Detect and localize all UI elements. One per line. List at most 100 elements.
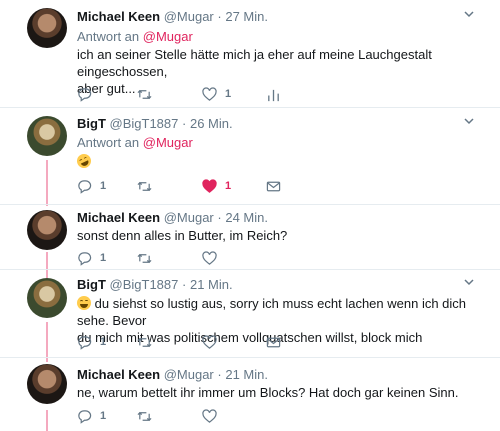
avatar[interactable] <box>27 364 67 404</box>
analytics-button[interactable] <box>266 86 281 102</box>
tweet-text-line: ich an seiner Stelle hätte mich ja eher … <box>77 47 432 79</box>
retweet-icon <box>137 179 152 194</box>
display-name[interactable]: Michael Keen <box>77 210 160 225</box>
timestamp[interactable]: 21 Min. <box>225 367 268 382</box>
like-count: 1 <box>225 180 232 192</box>
reply-count: 1 <box>100 180 107 192</box>
like-count: 1 <box>225 88 232 100</box>
tweet-item[interactable]: Michael Keen @Mugar · 24 Min. sonst denn… <box>0 205 500 269</box>
reply-prefix: Antwort an <box>77 135 140 150</box>
tweet-header: Michael Keen @Mugar · 24 Min. <box>77 210 268 225</box>
timestamp[interactable]: 26 Min. <box>190 116 233 131</box>
reply-icon <box>77 87 92 102</box>
reply-button[interactable]: 1 <box>77 178 106 194</box>
tweet-text: sonst denn alles in Butter, im Reich? <box>77 227 477 244</box>
reply-count: 1 <box>100 336 107 348</box>
heart-filled-icon <box>202 178 217 194</box>
chevron-down-icon[interactable] <box>464 279 474 289</box>
separator-dot: · <box>217 210 222 225</box>
display-name[interactable]: BigT <box>77 277 106 292</box>
tweet-text-line: sonst denn alles in Butter, im Reich? <box>77 228 288 243</box>
user-handle[interactable]: @BigT1887 <box>110 277 179 292</box>
heart-icon <box>202 334 217 350</box>
user-handle[interactable]: @BigT1887 <box>110 116 179 131</box>
direct-message-button[interactable] <box>266 178 281 194</box>
tweet-item[interactable]: Michael Keen @Mugar · 21 Min. ne, warum … <box>0 358 500 431</box>
user-handle[interactable]: @Mugar <box>164 9 214 24</box>
display-name[interactable]: Michael Keen <box>77 9 160 24</box>
retweet-button[interactable] <box>137 86 152 102</box>
like-button[interactable] <box>202 250 217 266</box>
heart-icon <box>202 250 217 266</box>
tweet-header: Michael Keen @Mugar · 27 Min. <box>77 9 268 24</box>
mention-link[interactable]: @Mugar <box>143 135 193 150</box>
tweet-actions: 1 <box>77 86 307 102</box>
tweet-actions: 1 1 <box>77 178 307 194</box>
retweet-icon <box>137 335 152 350</box>
analytics-icon <box>266 87 281 102</box>
face-with-tears-of-joy-emoji <box>77 296 91 310</box>
timestamp[interactable]: 21 Min. <box>190 277 233 292</box>
reply-icon <box>77 409 92 424</box>
retweet-icon <box>137 409 152 424</box>
user-handle[interactable]: @Mugar <box>164 367 214 382</box>
separator-dot: · <box>182 116 187 131</box>
retweet-icon <box>137 251 152 266</box>
separator-dot: · <box>217 9 222 24</box>
reply-button[interactable]: 1 <box>77 334 106 350</box>
retweet-button[interactable] <box>137 250 152 266</box>
user-handle[interactable]: @Mugar <box>164 210 214 225</box>
like-button[interactable] <box>202 408 217 424</box>
retweet-button[interactable] <box>137 408 152 424</box>
rolling-on-the-floor-laughing-emoji <box>74 151 94 171</box>
reply-button[interactable]: 1 <box>77 408 106 424</box>
tweet-actions: 1 <box>77 408 307 424</box>
tweet-text: ne, warum bettelt ihr immer um Blocks? H… <box>77 384 477 401</box>
reply-context: Antwort an @Mugar <box>77 135 193 150</box>
timestamp[interactable]: 27 Min. <box>225 9 268 24</box>
reply-button[interactable] <box>77 86 100 102</box>
chevron-down-icon[interactable] <box>464 118 474 128</box>
heart-icon <box>202 408 217 424</box>
tweet-header: BigT @BigT1887 · 21 Min. <box>77 277 233 292</box>
reply-button[interactable]: 1 <box>77 250 106 266</box>
reply-icon <box>77 179 92 194</box>
separator-dot: · <box>217 367 222 382</box>
display-name[interactable]: BigT <box>77 116 106 131</box>
avatar[interactable] <box>27 116 67 156</box>
tweet-actions: 1 <box>77 250 307 266</box>
retweet-icon <box>137 87 152 102</box>
chevron-down-icon[interactable] <box>464 11 474 21</box>
direct-message-button[interactable] <box>266 334 281 350</box>
separator-dot: · <box>182 277 187 292</box>
like-button[interactable] <box>202 334 217 350</box>
envelope-icon <box>266 335 281 350</box>
avatar[interactable] <box>27 278 67 318</box>
reply-prefix: Antwort an <box>77 29 140 44</box>
heart-icon <box>202 86 217 102</box>
like-button[interactable]: 1 <box>202 86 231 102</box>
reply-count: 1 <box>100 252 107 264</box>
reply-context: Antwort an @Mugar <box>77 29 193 44</box>
tweet-item[interactable]: Michael Keen @Mugar · 27 Min. Antwort an… <box>0 0 500 107</box>
reply-icon <box>77 335 92 350</box>
tweet-item[interactable]: BigT @BigT1887 · 26 Min. Antwort an @Mug… <box>0 108 500 204</box>
mention-link[interactable]: @Mugar <box>143 29 193 44</box>
retweet-button[interactable] <box>137 334 152 350</box>
reply-count: 1 <box>100 410 107 422</box>
envelope-icon <box>266 179 281 194</box>
tweet-text-line: ne, warum bettelt ihr immer um Blocks? H… <box>77 385 459 400</box>
tweet-text-line: du siehst so lustig aus, sorry ich muss … <box>77 296 467 328</box>
avatar[interactable] <box>27 210 67 250</box>
tweet-actions: 1 <box>77 334 307 350</box>
timestamp[interactable]: 24 Min. <box>225 210 268 225</box>
display-name[interactable]: Michael Keen <box>77 367 160 382</box>
tweet-header: Michael Keen @Mugar · 21 Min. <box>77 367 268 382</box>
reply-icon <box>77 251 92 266</box>
avatar[interactable] <box>27 8 67 48</box>
tweet-text <box>74 151 477 171</box>
tweet-item[interactable]: BigT @BigT1887 · 21 Min. du siehst so lu… <box>0 270 500 357</box>
tweet-thread: Michael Keen @Mugar · 27 Min. Antwort an… <box>0 0 500 431</box>
like-button[interactable]: 1 <box>202 178 231 194</box>
retweet-button[interactable] <box>137 178 152 194</box>
